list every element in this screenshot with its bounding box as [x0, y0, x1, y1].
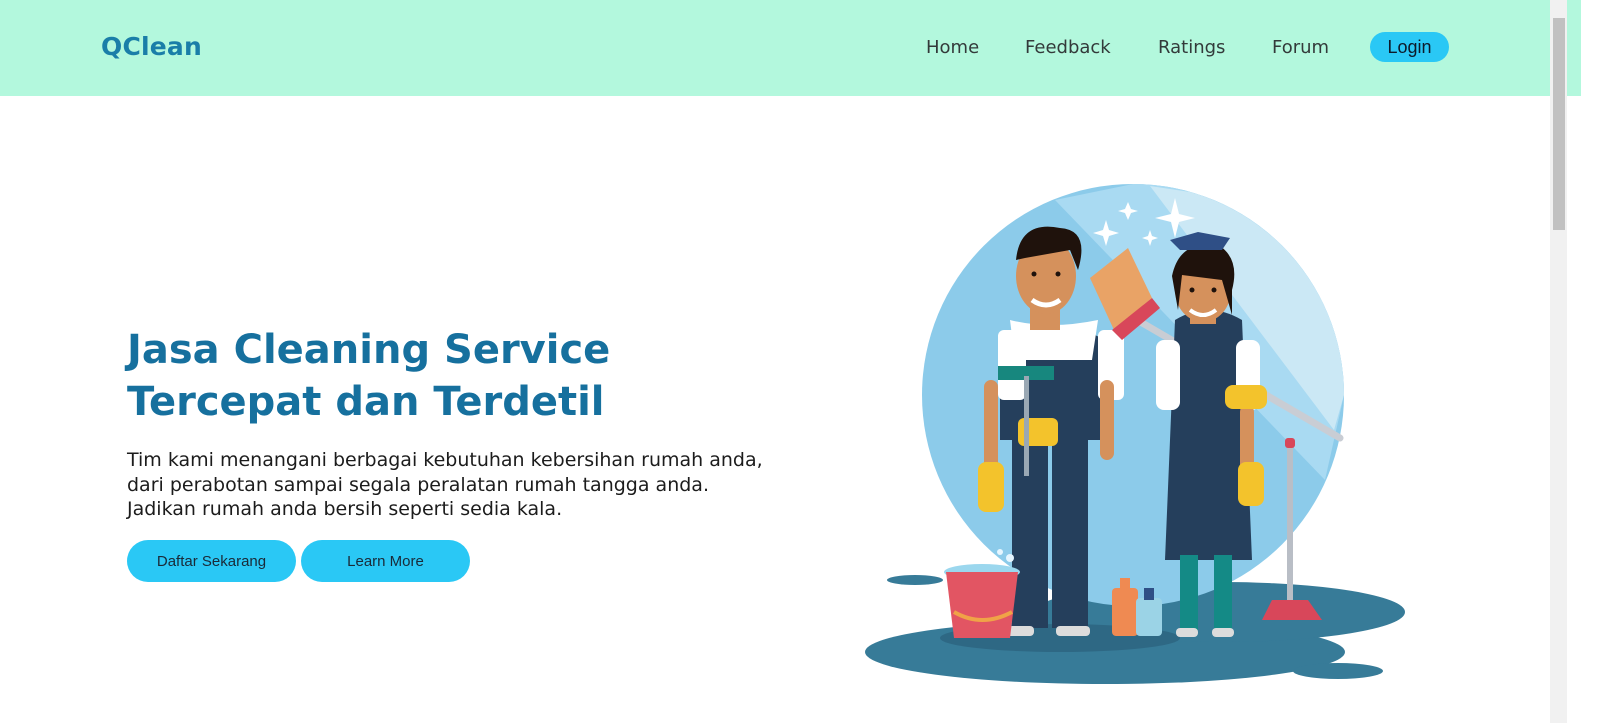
hero-title-line2: Tercepat dan Terdetil: [127, 379, 605, 425]
login-button[interactable]: Login: [1370, 32, 1449, 62]
hero-description: Tim kami menangani berbagai kebutuhan ke…: [127, 449, 763, 520]
nav-feedback[interactable]: Feedback: [1025, 37, 1111, 58]
nav-ratings[interactable]: Ratings: [1158, 37, 1225, 58]
hero-title-line1: Jasa Cleaning Service: [127, 327, 611, 373]
navbar: QClean Home Feedback Ratings Forum Login: [0, 0, 1581, 96]
nav-forum[interactable]: Forum: [1272, 37, 1329, 58]
brand-logo[interactable]: QClean: [101, 32, 202, 61]
scrollbar-thumb[interactable]: [1553, 18, 1565, 230]
register-button[interactable]: Daftar Sekarang: [127, 540, 296, 582]
learn-more-button[interactable]: Learn More: [301, 540, 470, 582]
nav-home[interactable]: Home: [926, 37, 979, 58]
cleaning-staff-illustration: [865, 184, 1405, 684]
hero-title: Jasa Cleaning Service Tercepat dan Terde…: [127, 324, 767, 428]
